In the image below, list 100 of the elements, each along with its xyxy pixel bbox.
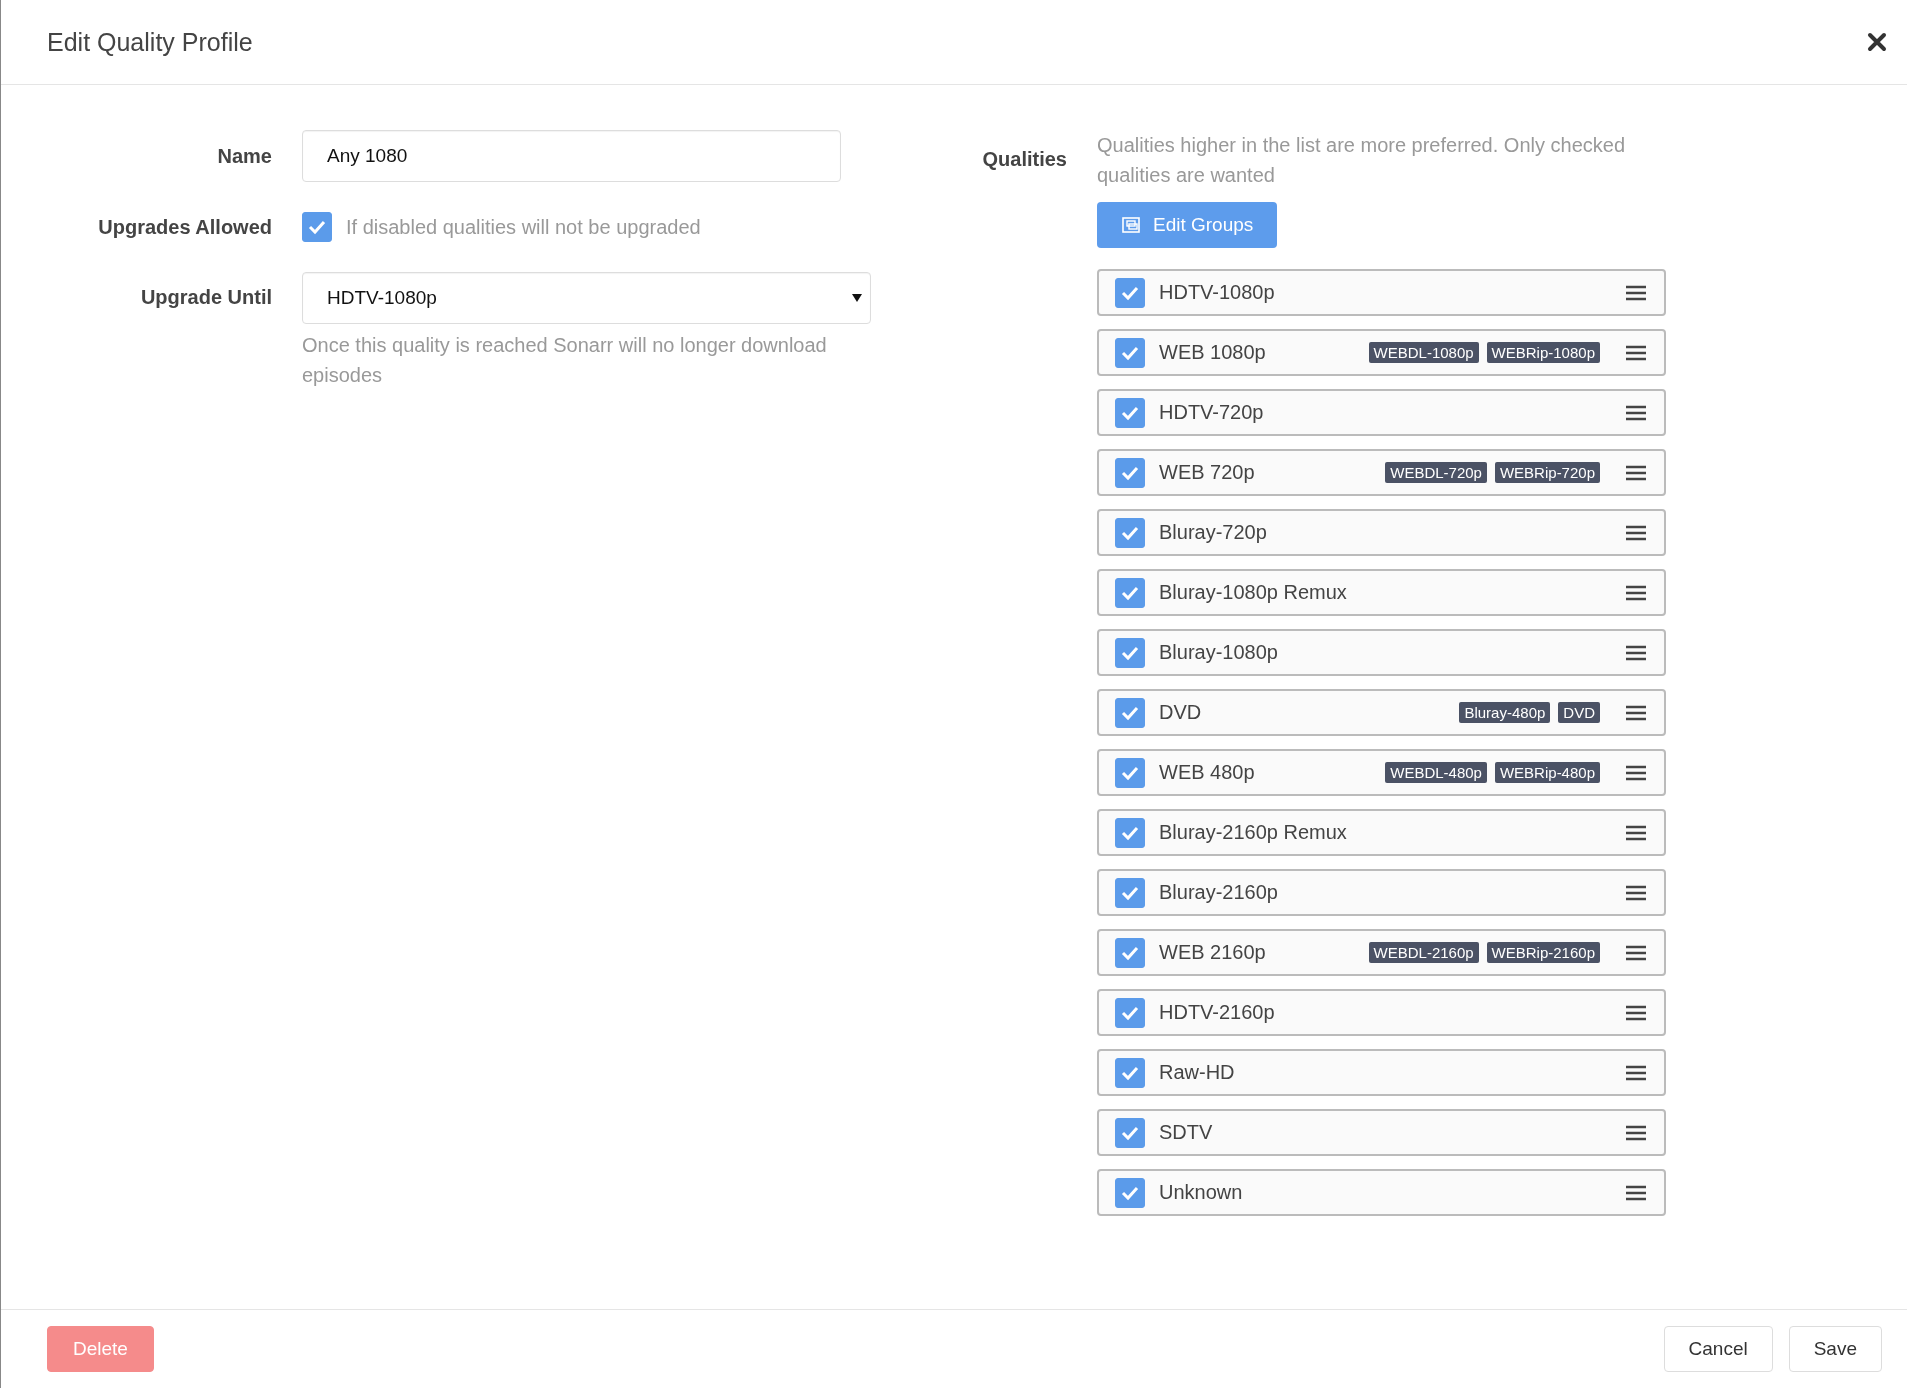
drag-handle-icon[interactable]	[1626, 1064, 1646, 1081]
check-icon	[1120, 884, 1140, 901]
field-label: Qualities	[981, 147, 1068, 171]
quality-tag: WEBDL-2160p	[1368, 942, 1479, 963]
checkbox[interactable]	[1115, 637, 1145, 668]
help-text: If disabled qualities will not be upgraded	[346, 215, 701, 240]
drag-handle-icon[interactable]	[1626, 1184, 1646, 1201]
quality-name: HDTV-2160p	[1159, 1001, 1276, 1024]
check-icon	[1120, 764, 1140, 781]
quality-name: SDTV	[1159, 1121, 1214, 1144]
quality-name: Bluray-2160p	[1159, 881, 1279, 904]
check-icon	[1120, 464, 1140, 481]
checkbox[interactable]	[1115, 1177, 1145, 1208]
checkbox[interactable]	[1115, 877, 1145, 908]
checkbox[interactable]	[1115, 1057, 1145, 1088]
drag-handle-icon[interactable]	[1626, 644, 1646, 661]
quality-row[interactable]: WEB 2160p WEBDL-2160p WEBRip-2160p	[1097, 929, 1666, 976]
drag-handle-icon[interactable]	[1626, 704, 1646, 721]
check-icon	[1120, 944, 1140, 961]
quality-name: WEB 480p	[1159, 761, 1256, 784]
checkbox[interactable]	[1115, 457, 1145, 488]
check-icon	[1120, 524, 1140, 541]
check-icon	[1120, 1064, 1140, 1081]
quality-tag: WEBRip-720p	[1494, 462, 1600, 483]
check-icon	[1120, 344, 1140, 361]
quality-tag: WEBDL-480p	[1385, 762, 1487, 783]
quality-name: Bluray-720p	[1159, 521, 1268, 544]
quality-row[interactable]: WEB 1080p WEBDL-1080p WEBRip-1080p	[1097, 329, 1666, 376]
save-button[interactable]: Save	[1788, 1326, 1882, 1372]
group-icon	[1121, 216, 1141, 234]
check-icon	[1120, 284, 1140, 301]
checkbox[interactable]	[1115, 337, 1145, 368]
quality-row[interactable]: HDTV-720p	[1097, 389, 1666, 436]
name-field[interactable]: Any 1080	[302, 130, 841, 182]
quality-tag: DVD	[1558, 702, 1600, 723]
drag-handle-icon[interactable]	[1626, 944, 1646, 961]
quality-tag: WEBDL-1080p	[1368, 342, 1479, 363]
quality-tag: WEBRip-1080p	[1486, 342, 1600, 363]
checkbox[interactable]	[302, 212, 332, 242]
quality-name: Unknown	[1159, 1181, 1244, 1204]
checkbox[interactable]	[1115, 517, 1145, 548]
checkbox[interactable]	[1115, 1117, 1145, 1148]
quality-row[interactable]: Unknown	[1097, 1169, 1666, 1216]
quality-name: Raw-HD	[1159, 1061, 1236, 1084]
quality-name: Bluray-1080p Remux	[1159, 581, 1348, 604]
check-icon	[1120, 824, 1140, 841]
drag-handle-icon[interactable]	[1626, 524, 1646, 541]
quality-row[interactable]: DVD Bluray-480p DVD	[1097, 689, 1666, 736]
quality-name: WEB 2160p	[1159, 941, 1267, 964]
quality-row[interactable]: HDTV-2160p	[1097, 989, 1666, 1036]
check-icon	[1120, 644, 1140, 661]
drag-handle-icon[interactable]	[1626, 344, 1646, 361]
drag-handle-icon[interactable]	[1626, 1124, 1646, 1141]
drag-handle-icon[interactable]	[1626, 1004, 1646, 1021]
quality-row[interactable]: Bluray-1080p	[1097, 629, 1666, 676]
quality-name: HDTV-720p	[1159, 401, 1265, 424]
quality-row[interactable]: SDTV	[1097, 1109, 1666, 1156]
checkbox[interactable]	[1115, 697, 1145, 728]
drag-handle-icon[interactable]	[1626, 584, 1646, 601]
checkbox[interactable]	[1115, 397, 1145, 428]
quality-row[interactable]: Bluray-2160p	[1097, 869, 1666, 916]
check-icon	[1120, 704, 1140, 721]
caret-icon	[852, 294, 862, 302]
quality-name: WEB 720p	[1159, 461, 1256, 484]
check-icon	[307, 219, 327, 235]
quality-tag: WEBRip-480p	[1494, 762, 1600, 783]
check-icon	[1120, 404, 1140, 421]
quality-row[interactable]: Bluray-1080p Remux	[1097, 569, 1666, 616]
quality-row[interactable]: Bluray-2160p Remux	[1097, 809, 1666, 856]
help-text: Once this quality is reached Sonarr will no longer download episodes	[302, 333, 828, 388]
drag-handle-icon[interactable]	[1626, 464, 1646, 481]
drag-handle-icon[interactable]	[1626, 884, 1646, 901]
check-icon	[1120, 1004, 1140, 1021]
quality-dropdown[interactable]: HDTV-1080p	[302, 272, 871, 324]
quality-name: WEB 1080p	[1159, 341, 1267, 364]
checkbox[interactable]	[1115, 937, 1145, 968]
drag-handle-icon[interactable]	[1626, 284, 1646, 301]
drag-handle-icon[interactable]	[1626, 764, 1646, 781]
quality-row[interactable]: WEB 480p WEBDL-480p WEBRip-480p	[1097, 749, 1666, 796]
quality-tag: WEBDL-720p	[1385, 462, 1487, 483]
checkbox[interactable]	[1115, 817, 1145, 848]
checkbox[interactable]	[1115, 277, 1145, 308]
help-text: Qualities higher in the list are more preferred. Only checked qualities are wanted	[1097, 133, 1627, 188]
dialog-title: Edit Quality Profile	[47, 27, 254, 57]
quality-row[interactable]: Raw-HD	[1097, 1049, 1666, 1096]
quality-row[interactable]: Bluray-720p	[1097, 509, 1666, 556]
drag-handle-icon[interactable]	[1626, 824, 1646, 841]
drag-handle-icon[interactable]	[1626, 404, 1646, 421]
checkbox[interactable]	[1115, 997, 1145, 1028]
cancel-button[interactable]: Cancel	[1663, 1326, 1773, 1372]
check-icon	[1120, 1184, 1140, 1201]
quality-name: DVD	[1159, 701, 1203, 724]
field-label: Upgrade Until	[139, 285, 273, 309]
quality-tag: Bluray-480p	[1459, 702, 1551, 723]
quality-row[interactable]: HDTV-1080p	[1097, 269, 1666, 316]
checkbox[interactable]	[1115, 577, 1145, 608]
close-icon[interactable]	[1867, 32, 1887, 52]
quality-name: HDTV-1080p	[1159, 281, 1276, 304]
checkbox[interactable]	[1115, 757, 1145, 788]
quality-row[interactable]: WEB 720p WEBDL-720p WEBRip-720p	[1097, 449, 1666, 496]
